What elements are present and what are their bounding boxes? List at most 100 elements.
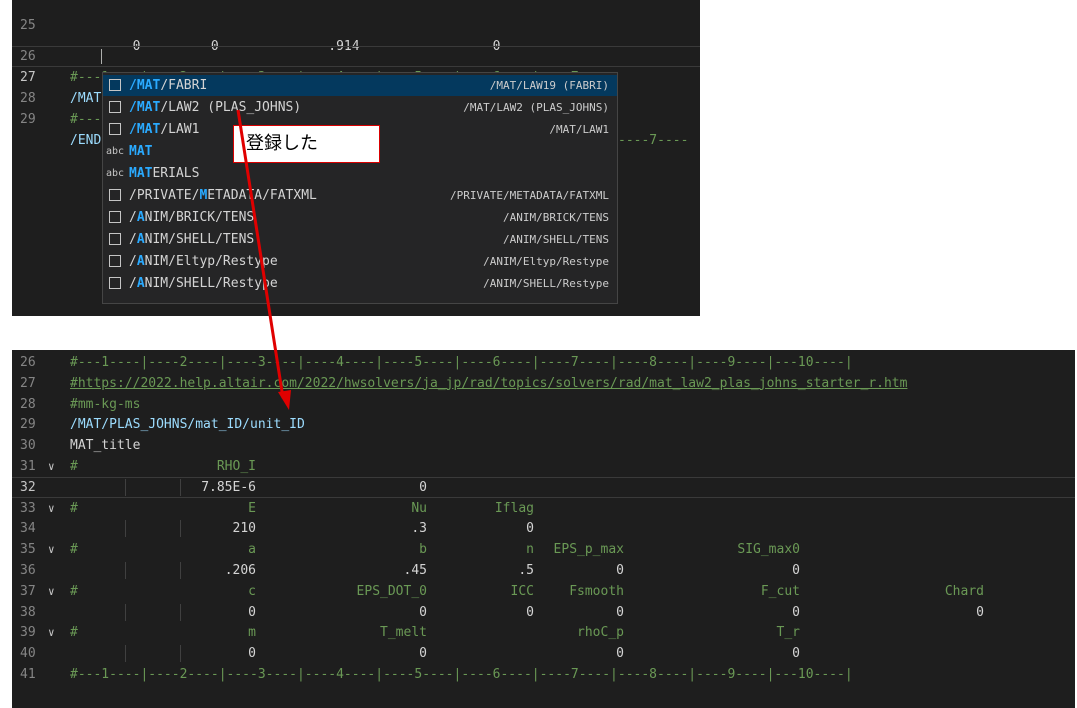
- editor-line: 35 ∨ # a b n EPS_p_max SIG_max0: [12, 539, 1075, 560]
- field-header: EPS_DOT_0: [356, 583, 427, 599]
- fold-chevron-icon[interactable]: ∨: [48, 539, 55, 560]
- field-value[interactable]: 0: [976, 602, 984, 623]
- suggestion-label: /MAT/LAW2 (PLAS_JOHNS): [129, 100, 302, 115]
- comment-hash: #: [70, 459, 78, 474]
- suggestion-item[interactable]: /MAT/FABRI/MAT/LAW19 (FABRI): [103, 75, 617, 96]
- suggestion-detail: /PRIVATE/METADATA/FATXML: [450, 189, 609, 202]
- suggestion-detail: /MAT/LAW19 (FABRI): [489, 79, 609, 92]
- field-value[interactable]: 0: [616, 602, 624, 623]
- line-number: 29: [20, 112, 36, 127]
- text-cursor: [101, 49, 102, 64]
- fold-chevron-icon[interactable]: ∨: [48, 622, 55, 643]
- field-header: Fsmooth: [569, 583, 624, 599]
- indent-guide: [125, 562, 126, 579]
- text-word-icon: abc: [106, 146, 125, 157]
- field-value[interactable]: 0: [248, 643, 256, 664]
- line-number: 30: [20, 438, 36, 454]
- line-number: 26: [20, 355, 36, 370]
- line-number: 39: [20, 625, 36, 641]
- comment-hash: #: [70, 625, 78, 641]
- field-header: Iflag: [494, 500, 534, 516]
- field-value[interactable]: .206: [225, 560, 256, 581]
- field-value[interactable]: 0: [616, 560, 624, 581]
- field-value[interactable]: 0: [792, 602, 800, 623]
- field-header: RHO_I: [216, 459, 256, 474]
- suggestion-item[interactable]: /ANIM/SHELL/TENS/ANIM/SHELL/TENS: [103, 229, 617, 250]
- snippet-icon: [109, 211, 121, 223]
- field-header: T_r: [776, 625, 800, 641]
- indent-guide: [125, 645, 126, 663]
- suggestion-detail: /ANIM/Eltyp/Restype: [483, 255, 609, 268]
- line-code: #---1----|----2----|----3----|----4----|…: [70, 355, 853, 370]
- fold-chevron-icon[interactable]: ∨: [48, 498, 55, 519]
- suggestion-detail: /ANIM/SHELL/TENS: [503, 233, 609, 246]
- line-number: 41: [20, 667, 36, 682]
- field-value[interactable]: 0: [419, 477, 427, 498]
- editor-line: 33 ∨ # E Nu Iflag: [12, 498, 1075, 519]
- line-code: /MAT/PLAS_JOHNS/mat_ID/unit_ID: [70, 417, 305, 433]
- autocomplete-suggest-widget[interactable]: /MAT/FABRI/MAT/LAW19 (FABRI)/MAT/LAW2 (P…: [102, 72, 618, 304]
- snippet-icon: [109, 189, 121, 201]
- editor-line: 31 ∨ # RHO_I: [12, 456, 1075, 477]
- field-value[interactable]: 0: [792, 643, 800, 664]
- field-value[interactable]: 0: [792, 560, 800, 581]
- line-number: 28: [20, 396, 36, 412]
- field-value[interactable]: .3: [411, 518, 427, 539]
- fold-chevron-icon[interactable]: ∨: [48, 581, 55, 602]
- suggestion-item[interactable]: /ANIM/SHELL/Restype/ANIM/SHELL/Restype: [103, 273, 617, 294]
- indent-guide: [125, 603, 126, 621]
- suggestion-item[interactable]: /PRIVATE/METADATA/FATXML/PRIVATE/METADAT…: [103, 185, 617, 206]
- suggestion-item[interactable]: /MAT/LAW2 (PLAS_JOHNS) /MAT/LAW2 (PLAS_JO…: [103, 97, 617, 118]
- editor-line: 27 #https://2022.help.altair.com/2022/hws…: [12, 373, 1075, 394]
- field-value[interactable]: 0: [248, 602, 256, 623]
- line-code: #---1----|----2----|----3----|----4----|…: [70, 667, 853, 682]
- editor-line: 37 ∨ # c EPS_DOT_0 ICC Fsmooth F_cut Chard: [12, 581, 1075, 602]
- editor-line: 36 .206 .45 .5 0 0: [12, 560, 1075, 581]
- field-header: T_melt: [380, 625, 427, 641]
- comment-hash: #: [70, 583, 78, 599]
- field-value[interactable]: .5: [518, 560, 534, 581]
- snippet-icon: [109, 79, 121, 91]
- field-header: SIG_max0: [737, 542, 800, 558]
- comment-hash: #: [70, 500, 78, 516]
- line-code-tail: ----7----: [618, 133, 689, 148]
- field-header: EPS_p_max: [553, 542, 624, 558]
- suggestion-item[interactable]: /ANIM/Eltyp/Restype/ANIM/Eltyp/Restype: [103, 251, 617, 272]
- indent-guide: [180, 520, 181, 538]
- field-header: Nu: [411, 500, 427, 516]
- doc-url-link[interactable]: #https://2022.help.altair.com/2022/hwsol…: [70, 373, 907, 394]
- field-value[interactable]: 7.85E-6: [201, 477, 256, 498]
- suggestion-item[interactable]: /ANIM/BRICK/TENS/ANIM/BRICK/TENS: [103, 207, 617, 228]
- field-header: c: [248, 583, 256, 599]
- line-number: 32: [20, 479, 36, 495]
- field-value[interactable]: 0: [616, 643, 624, 664]
- suggestion-item[interactable]: abc MATERIALS: [103, 163, 617, 184]
- editor-line: 34 210 .3 0: [12, 518, 1075, 539]
- field-value[interactable]: 0: [419, 602, 427, 623]
- field-header: Chard: [944, 583, 984, 599]
- editor-line: 30 MAT_title: [12, 435, 1075, 456]
- field-value[interactable]: 210: [233, 518, 256, 539]
- editor-line: 32 7.85E-6 0: [12, 477, 1075, 498]
- suggestion-detail: /MAT/LAW1: [549, 123, 609, 136]
- line-number: 38: [20, 604, 36, 620]
- field-value[interactable]: 0: [526, 602, 534, 623]
- field-header: m: [248, 625, 256, 641]
- snippet-icon: [109, 123, 121, 135]
- indent-guide: [180, 478, 181, 496]
- suggestion-detail: /ANIM/BRICK/TENS: [503, 211, 609, 224]
- suggestion-label: /MAT/LAW1: [129, 122, 200, 137]
- editor-line: 28 #mm-kg-ms: [12, 394, 1075, 415]
- line-number: 33: [20, 500, 36, 516]
- field-value[interactable]: .45: [404, 560, 427, 581]
- editor-line: 26 #---1----|----2----|----3----|----4--…: [12, 25, 700, 85]
- editor-line: 25 0 0 .914 0: [12, 0, 700, 54]
- indent-guide: [125, 520, 126, 538]
- field-value[interactable]: 0: [419, 643, 427, 664]
- line-number: 34: [20, 521, 36, 537]
- fold-chevron-icon[interactable]: ∨: [48, 456, 55, 477]
- field-value[interactable]: 0: [526, 518, 534, 539]
- line-number: 37: [20, 583, 36, 599]
- editor-line[interactable]: 27 /MAT: [12, 46, 700, 106]
- line-code: /END: [70, 133, 102, 148]
